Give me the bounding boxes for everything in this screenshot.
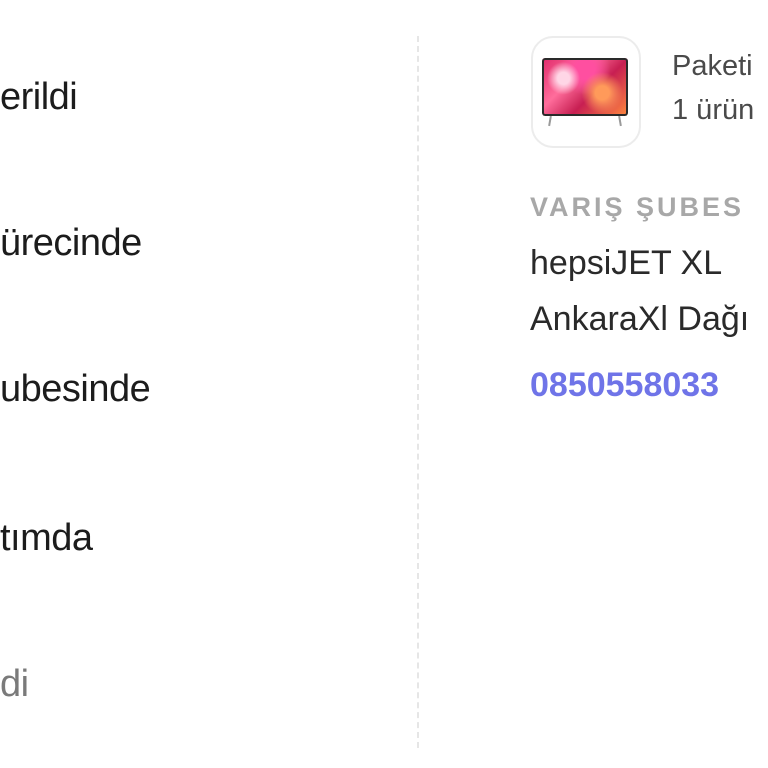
branch-name: hepsiJET XL xyxy=(530,244,723,282)
tracking-step-label: tımda xyxy=(0,517,93,559)
shipment-tracking-panel: erildi ürecinde ubesinde tımda di Paketi… xyxy=(0,0,768,768)
tracking-step-label: ürecinde xyxy=(0,222,142,264)
tracking-steps: erildi ürecinde ubesinde tımda di xyxy=(0,0,410,768)
package-item-count: 1 ürün xyxy=(672,94,755,126)
package-title: Paketi xyxy=(672,50,753,82)
tv-stand-right xyxy=(618,115,622,127)
branch-address: AnkaraXl Dağı xyxy=(530,300,750,338)
tracking-step-label: ubesinde xyxy=(0,368,151,410)
destination-branch-label: VARIŞ ŞUBES xyxy=(530,192,745,222)
tracking-step-label: erildi xyxy=(0,76,78,118)
tracking-step-label: di xyxy=(0,663,29,705)
product-thumbnail[interactable] xyxy=(531,36,641,148)
tv-stand-left xyxy=(548,115,552,127)
package-details: Paketi 1 ürün VARIŞ ŞUBES hepsiJET XL An… xyxy=(418,0,768,768)
branch-phone-link[interactable]: 0850558033 xyxy=(530,366,719,405)
tv-image-icon xyxy=(542,58,628,116)
